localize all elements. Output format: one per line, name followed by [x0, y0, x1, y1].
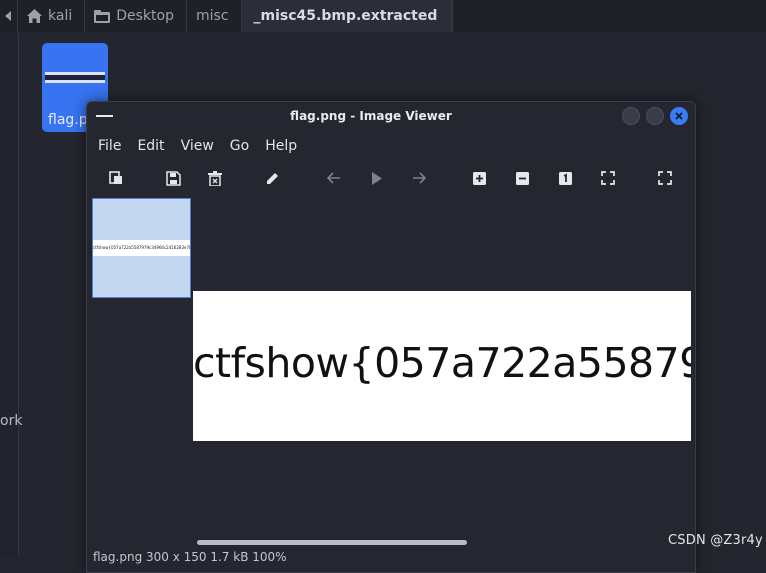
file-manager-sidebar [0, 33, 19, 556]
close-button[interactable] [670, 107, 688, 125]
file-thumbnail-text [45, 75, 105, 80]
path-bar: kali Desktop misc _misc45.bmp.extracted [0, 0, 766, 32]
delete-button[interactable] [205, 168, 225, 188]
zoom-normal-button[interactable] [555, 168, 575, 188]
thumbnail-image: ctfshow{057a722a5587979c34966c2416283e78… [93, 240, 190, 256]
watermark: CSDN @Z3r4y [668, 533, 763, 548]
delete-icon [208, 170, 222, 186]
menu-help[interactable]: Help [265, 135, 297, 157]
zoom-fit-button[interactable] [598, 168, 618, 188]
zoom-fit-icon [601, 171, 615, 185]
crumb-kali[interactable]: kali [18, 0, 86, 32]
save-icon [165, 170, 181, 186]
minimize-button[interactable] [622, 107, 640, 125]
forward-button[interactable] [409, 168, 429, 188]
crumb-label: misc [195, 8, 229, 24]
horizontal-scrollbar-thumb[interactable] [197, 540, 467, 545]
crumb-label: kali [48, 8, 73, 24]
save-button[interactable] [163, 168, 183, 188]
back-button[interactable] [324, 168, 344, 188]
open-icon [109, 171, 122, 184]
zoom-out-button[interactable] [512, 168, 532, 188]
play-icon [372, 171, 382, 185]
path-scroll-left-button[interactable] [0, 0, 18, 32]
zoom-out-icon [515, 171, 529, 185]
folder-icon [94, 9, 111, 23]
image-flag-text: ctfshow{057a722a5587979 [193, 339, 691, 387]
file-label[interactable]: flag.p [48, 112, 88, 128]
edit-icon [266, 172, 278, 184]
crumb-current-folder[interactable]: _misc45.bmp.extracted [241, 0, 453, 32]
crumb-label: Desktop [116, 8, 174, 24]
crumb-misc[interactable]: misc [187, 0, 242, 32]
menu-go[interactable]: Go [230, 135, 249, 157]
sidebar-item-network-label[interactable]: ork [0, 413, 22, 429]
thumbnail-item[interactable]: ctfshow{057a722a5587979c34966c2416283e78… [92, 198, 191, 298]
title-bar[interactable]: flag.png - Image Viewer [87, 102, 695, 131]
slideshow-button[interactable] [367, 168, 387, 188]
toolbar [87, 164, 695, 192]
image-viewer-window: flag.png - Image Viewer File Edit View G… [86, 101, 696, 573]
crumb-label: _misc45.bmp.extracted [253, 8, 438, 24]
status-bar: flag.png 300 x 150 1.7 kB 100% [93, 550, 287, 564]
image-display[interactable]: ctfshow{057a722a5587979 [193, 291, 691, 441]
path-bar-filler [452, 0, 766, 32]
open-button[interactable] [106, 168, 126, 188]
forward-arrow-icon [413, 172, 426, 184]
zoom-in-button[interactable] [469, 168, 489, 188]
close-icon [675, 112, 683, 120]
maximize-button[interactable] [646, 107, 664, 125]
menu-view[interactable]: View [181, 135, 214, 157]
back-arrow-icon [327, 172, 340, 184]
zoom-in-icon [472, 171, 486, 185]
menu-edit[interactable]: Edit [137, 135, 164, 157]
edit-button[interactable] [262, 168, 282, 188]
fullscreen-icon [658, 171, 672, 185]
chevron-left-icon [5, 11, 11, 21]
menu-bar: File Edit View Go Help [87, 135, 313, 157]
fullscreen-button[interactable] [655, 168, 675, 188]
menu-file[interactable]: File [98, 135, 121, 157]
zoom-normal-icon [558, 171, 572, 185]
crumb-desktop[interactable]: Desktop [85, 0, 187, 32]
home-icon [27, 9, 42, 23]
window-title: flag.png - Image Viewer [290, 109, 452, 123]
